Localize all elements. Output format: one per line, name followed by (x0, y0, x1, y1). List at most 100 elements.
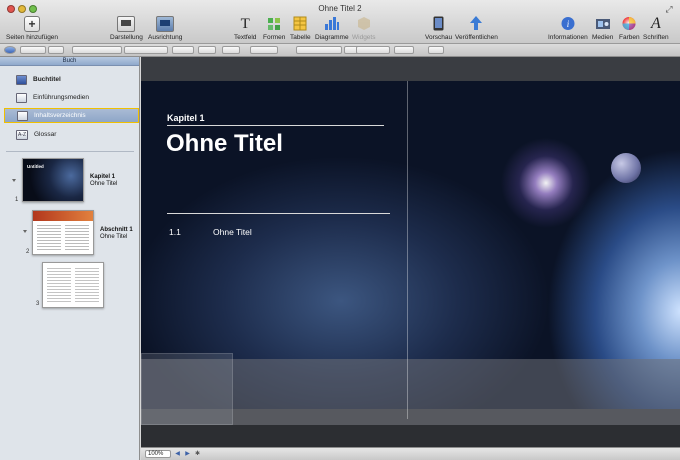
toc-rule (167, 213, 390, 214)
book-sidebar: Buch Buchtitel Einführungsmedien Inhalts… (0, 57, 140, 460)
shapes-button[interactable]: Formen (263, 16, 285, 41)
sidebar-separator (6, 151, 134, 152)
status-bar: 100% ◀ ▶ ✱ (141, 447, 680, 460)
paragraph-style-popup[interactable] (20, 46, 46, 54)
ipad-icon (433, 16, 444, 32)
textbox-icon: T (240, 16, 250, 32)
section-caption: Abschnitt 1 Ohne Titel (100, 227, 133, 241)
sidebar-header: Buch (0, 57, 139, 66)
sidebar-item-label: Einführungsmedien (33, 94, 90, 101)
media-button[interactable]: Medien (592, 16, 613, 41)
thumbnail-banner (33, 211, 93, 221)
sidebar-item-label: Glossar (34, 131, 57, 138)
text-color-well[interactable] (198, 46, 216, 54)
table-button[interactable]: Tabelle (290, 16, 311, 41)
disclosure-triangle-icon[interactable] (23, 230, 27, 233)
widgets-button[interactable]: Widgets (352, 16, 375, 41)
document-canvas[interactable]: Kapitel 1 Ohne Titel 1.1 Ohne Titel (141, 57, 680, 447)
highlight-color-well[interactable] (222, 46, 240, 54)
window-title: Ohne Titel 2 (318, 4, 362, 13)
view-button[interactable]: Darstellung (110, 16, 143, 41)
fonts-button[interactable]: A Schriften (643, 15, 669, 42)
color-wheel-icon (622, 16, 636, 32)
textbox-label: Textfeld (234, 34, 257, 41)
chapter-name: Kapitel 1 (90, 174, 116, 180)
media-label: Medien (592, 34, 614, 41)
sidebar-item-label: Inhaltsverzeichnis (34, 112, 86, 119)
widgets-label: Widgets (352, 34, 376, 41)
sidebar-item-toc[interactable]: Inhaltsverzeichnis (4, 108, 139, 123)
page-thumbnail[interactable] (42, 262, 104, 308)
columns-popup[interactable] (394, 46, 414, 54)
info-button[interactable]: i Informationen (548, 16, 588, 41)
font-size-popup[interactable] (172, 46, 194, 54)
preview-label: Vorschau (425, 34, 453, 41)
font-style-popup[interactable] (124, 46, 168, 54)
fullscreen-icon[interactable]: ⤢ (664, 4, 674, 14)
view-icon (117, 16, 136, 32)
shapes-icon (267, 16, 281, 32)
page-number: 1 (15, 197, 19, 203)
fonts-icon: A (650, 15, 661, 32)
info-label: Informationen (548, 34, 588, 41)
chapter-title: Ohne Titel (90, 181, 118, 187)
chart-icon (324, 16, 340, 32)
view-label: Darstellung (110, 34, 143, 41)
toc-entry-title[interactable]: Ohne Titel (213, 227, 252, 237)
thumbnail-text-column (65, 225, 89, 251)
gear-icon[interactable]: ✱ (193, 450, 202, 458)
colors-button[interactable]: Farben (619, 16, 640, 41)
charts-button[interactable]: Diagramme (315, 16, 349, 41)
arrow-up-icon (469, 16, 483, 32)
fonts-label: Schriften (643, 34, 669, 41)
info-icon: i (561, 16, 575, 32)
list-style-popup[interactable] (48, 46, 64, 54)
page-title[interactable]: Ohne Titel (166, 130, 283, 158)
alignment-button[interactable]: Ausrichtung (148, 16, 182, 41)
chapter-thumbnail[interactable]: Untitled (22, 158, 84, 202)
list-icon (17, 110, 28, 121)
moon-image (611, 153, 641, 183)
section-title: Ohne Titel (100, 234, 128, 240)
zoom-popup[interactable]: 100% (145, 450, 171, 458)
chapter-caption: Kapitel 1 Ohne Titel (90, 174, 117, 188)
format-bar (0, 44, 680, 57)
text-alignment-group[interactable] (296, 46, 342, 54)
styles-drawer-button[interactable] (4, 46, 16, 54)
sidebar-item-intro-media[interactable]: Einführungsmedien (4, 90, 139, 105)
line-spacing-popup[interactable] (356, 46, 390, 54)
add-pages-button[interactable]: + Seiten hinzufügen (6, 16, 58, 41)
font-family-popup[interactable] (72, 46, 122, 54)
thumbnail-text-column (47, 268, 71, 304)
sidebar-item-label: Buchtitel (33, 76, 61, 83)
thumbnail-text-column (75, 268, 99, 304)
app-window: Ohne Titel 2 ⤢ + Seiten hinzufügen Darst… (0, 0, 680, 460)
textbox-button[interactable]: T Textfeld (234, 16, 256, 41)
sidebar-item-glossary[interactable]: A-Z Glossar (4, 127, 139, 142)
page-number: 3 (36, 301, 40, 307)
bold-italic-underline-group[interactable] (250, 46, 278, 54)
chapter-label[interactable]: Kapitel 1 (167, 113, 205, 123)
previous-page-icon[interactable]: ◀ (173, 450, 182, 458)
table-icon (293, 16, 307, 32)
book-icon (16, 74, 27, 85)
section-name: Abschnitt 1 (100, 227, 133, 233)
section-thumbnail[interactable] (32, 210, 94, 255)
plus-icon: + (24, 16, 41, 32)
alignment-label: Ausrichtung (148, 34, 183, 41)
toolbar: Ohne Titel 2 ⤢ + Seiten hinzufügen Darst… (0, 0, 680, 44)
next-page-icon[interactable]: ▶ (183, 450, 192, 458)
disclosure-triangle-icon[interactable] (12, 179, 16, 182)
placeholder-box[interactable] (141, 353, 233, 425)
publish-button[interactable]: Veröffentlichen (455, 16, 498, 41)
page-spread-divider (407, 81, 408, 419)
film-icon (16, 92, 27, 103)
sidebar-item-book-title[interactable]: Buchtitel (4, 72, 139, 87)
colors-label: Farben (619, 34, 640, 41)
preview-button[interactable]: Vorschau (425, 16, 452, 41)
toc-entry-number[interactable]: 1.1 (169, 227, 181, 237)
list-type-popup[interactable] (428, 46, 444, 54)
glossary-icon: A-Z (16, 129, 28, 140)
alignment-icon (156, 16, 175, 32)
thumbnail-text-column (37, 225, 61, 251)
